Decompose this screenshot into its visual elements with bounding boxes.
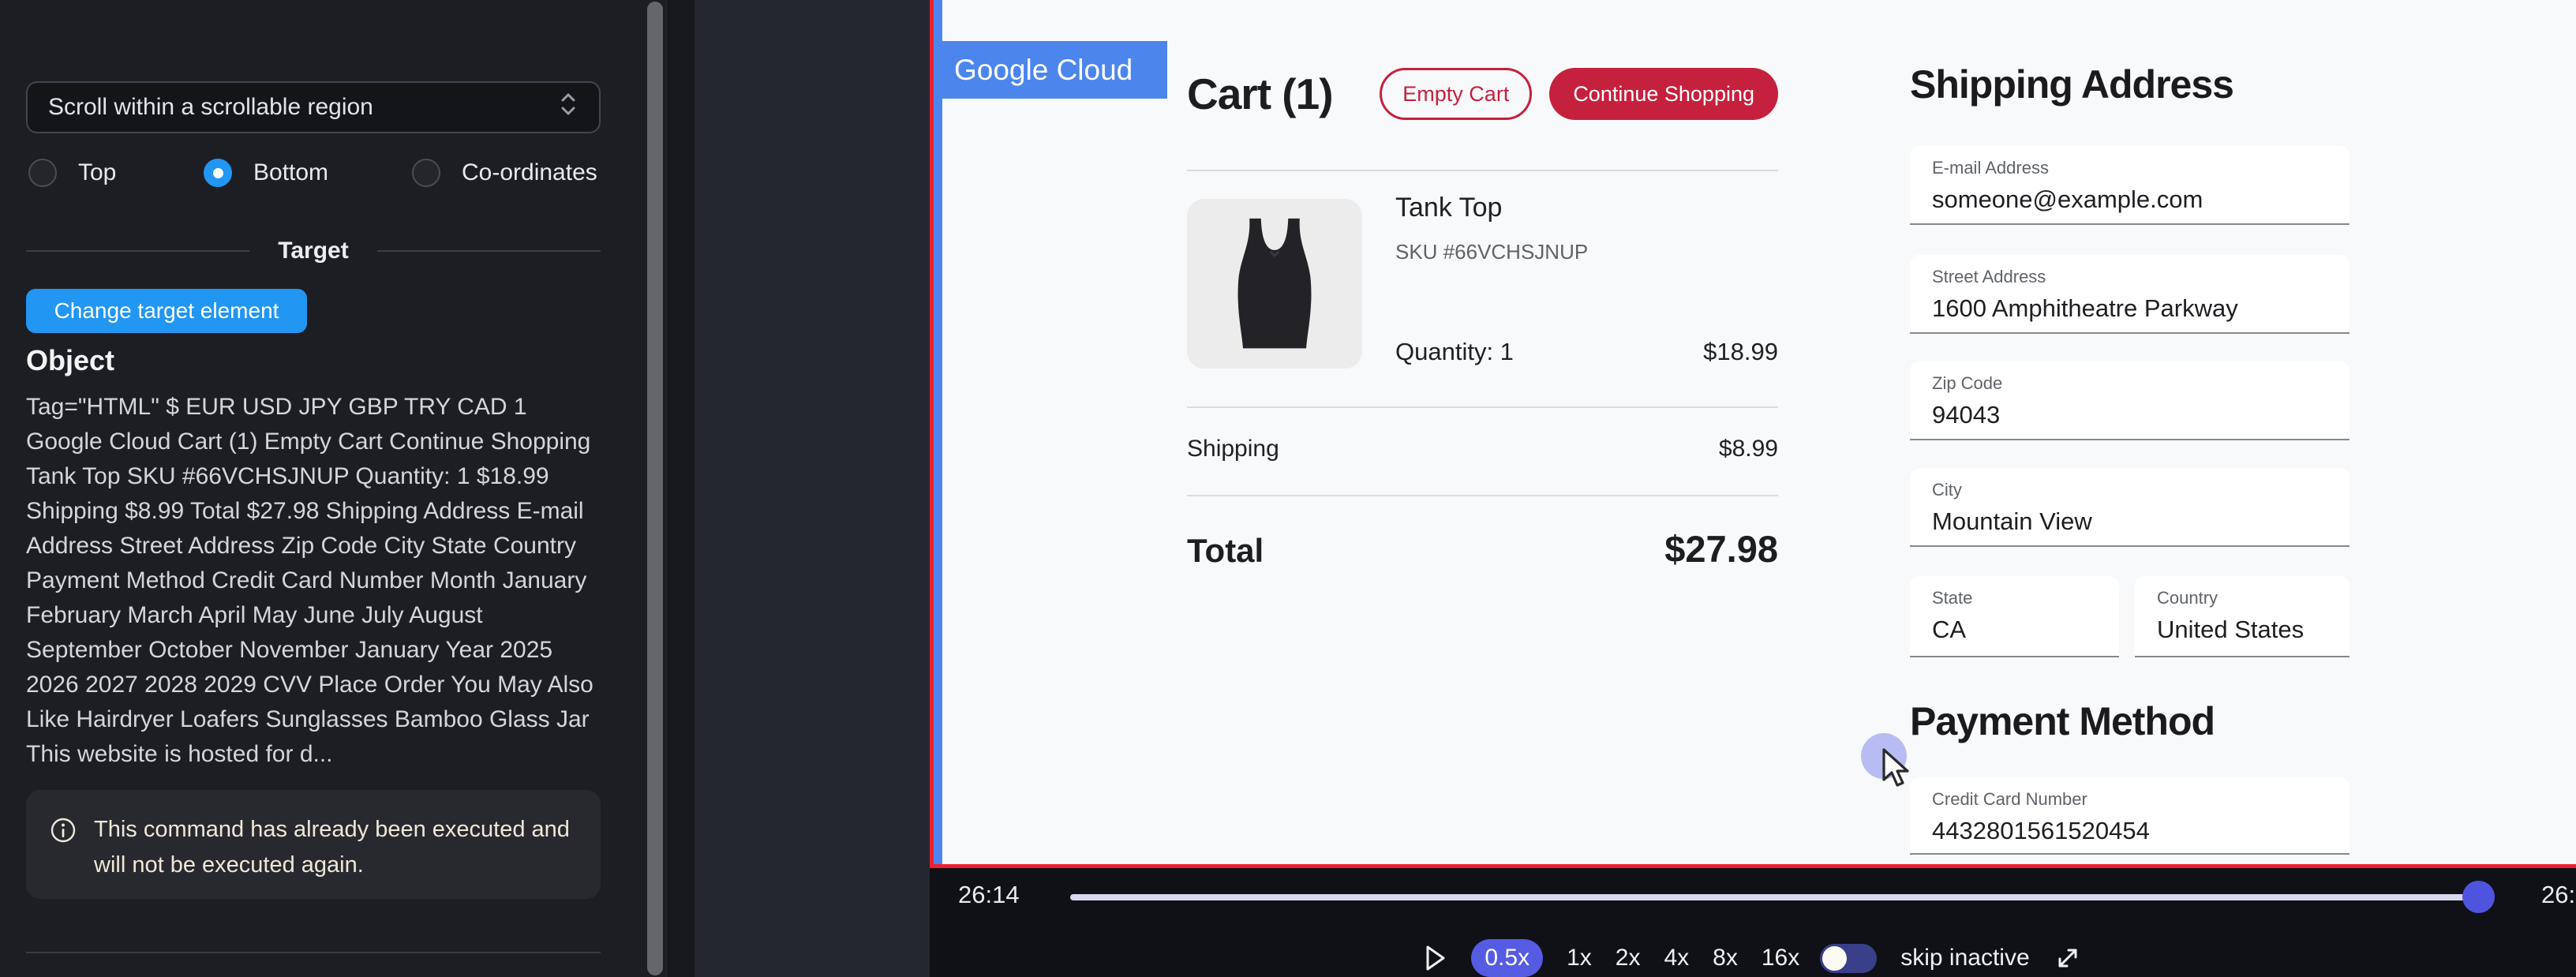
radio-top[interactable]: Top	[28, 158, 116, 188]
info-icon	[50, 817, 77, 848]
replayed-webpage: Google Cloud Cart (1) Empty Cart Continu…	[930, 0, 2576, 868]
target-section-label: Target	[278, 238, 348, 264]
zip-code-field[interactable]: Zip Code 94043	[1910, 361, 2349, 440]
speed-16x-button[interactable]: 16x	[1762, 945, 1799, 971]
total-label: Total	[1187, 532, 1264, 570]
product-name: Tank Top	[1395, 193, 1502, 223]
select-caret-icon	[558, 91, 578, 124]
city-label: City	[1932, 480, 2327, 500]
country-label: Country	[2157, 588, 2327, 608]
tank-top-illustration	[1196, 205, 1354, 363]
speed-0-5x-button[interactable]: 0.5x	[1471, 939, 1543, 977]
zip-code-label: Zip Code	[1932, 373, 2327, 394]
radio-bottom-circle[interactable]	[204, 159, 232, 187]
product-sku: SKU #66VCHSJNUP	[1395, 240, 1588, 264]
cart-title: Cart (1)	[1187, 69, 1333, 119]
current-time: 26:14	[958, 881, 1020, 909]
quantity-label: Quantity: 1	[1395, 338, 1514, 366]
seek-slider-track[interactable]	[1070, 894, 2477, 900]
sidebar-divider	[26, 952, 601, 953]
divider-line	[377, 250, 601, 252]
city-value: Mountain View	[1932, 507, 2327, 536]
action-select-value: Scroll within a scrollable region	[48, 94, 373, 121]
country-field[interactable]: Country United States	[2135, 576, 2349, 657]
state-field[interactable]: State CA	[1910, 576, 2119, 657]
state-value: CA	[1932, 616, 2097, 644]
shipping-label: Shipping	[1187, 436, 1279, 462]
shipping-address-heading: Shipping Address	[1910, 62, 2233, 107]
scroll-position-radio-group: Top Bottom Co-ordinates	[0, 158, 631, 189]
state-label: State	[1932, 588, 2097, 608]
app-window: Scroll within a scrollable region Top Bo…	[0, 0, 2576, 977]
notice-box: This command has already been executed a…	[26, 790, 601, 899]
radio-top-label: Top	[78, 159, 116, 186]
playback-bar: 26:14 26:14 0.5x 1x 2x 4x 8x 16x skip in…	[930, 868, 2576, 977]
radio-bottom-label: Bottom	[253, 159, 328, 186]
skip-inactive-toggle[interactable]	[1820, 944, 1877, 973]
seek-slider-thumb[interactable]	[2462, 881, 2495, 913]
play-button[interactable]	[1424, 944, 1447, 972]
target-section-divider: Target	[26, 237, 601, 265]
credit-card-number-field[interactable]: Credit Card Number 4432801561520454	[1910, 777, 2349, 855]
divider-line	[1187, 406, 1778, 408]
playback-controls: 0.5x 1x 2x 4x 8x 16x skip inactive	[930, 939, 2576, 977]
radio-top-circle[interactable]	[28, 159, 57, 187]
city-field[interactable]: City Mountain View	[1910, 468, 2349, 547]
street-address-field[interactable]: Street Address 1600 Amphitheatre Parkway	[1910, 255, 2349, 334]
cart-header: Cart (1) Empty Cart Continue Shopping	[1187, 66, 1778, 122]
total-row: Total $27.98	[1187, 527, 1778, 571]
action-select[interactable]: Scroll within a scrollable region	[26, 81, 601, 133]
item-price: $18.99	[1703, 338, 1778, 366]
shipping-row: Shipping $8.99	[1187, 436, 1778, 462]
sidebar-scrollbar[interactable]	[647, 2, 663, 975]
credit-card-number-label: Credit Card Number	[1932, 789, 2327, 810]
speed-2x-button[interactable]: 2x	[1616, 945, 1641, 971]
object-description-text: Tag="HTML" $ EUR USD JPY GBP TRY CAD 1 G…	[26, 390, 602, 772]
speed-4x-button[interactable]: 4x	[1664, 945, 1689, 971]
email-field-value: someone@example.com	[1932, 185, 2327, 214]
brand-logo[interactable]: Google Cloud	[934, 41, 1167, 99]
divider-line	[26, 250, 249, 252]
country-value: United States	[2157, 616, 2327, 644]
speed-1x-button[interactable]: 1x	[1567, 945, 1592, 971]
divider-line	[1187, 495, 1778, 496]
continue-shopping-button[interactable]: Continue Shopping	[1549, 68, 1778, 120]
radio-coordinates-circle[interactable]	[412, 159, 440, 187]
cart-actions: Empty Cart Continue Shopping	[1380, 68, 1778, 120]
mouse-cursor-icon	[1879, 748, 1919, 792]
fullscreen-expand-icon[interactable]	[2054, 944, 2082, 972]
empty-cart-button[interactable]: Empty Cart	[1380, 68, 1532, 120]
email-field-label: E-mail Address	[1932, 158, 2327, 178]
toggle-knob[interactable]	[1822, 946, 1847, 971]
change-target-button[interactable]: Change target element	[26, 289, 307, 333]
payment-method-heading: Payment Method	[1910, 698, 2215, 744]
divider-line	[1187, 170, 1778, 171]
object-heading: Object	[26, 344, 114, 377]
credit-card-number-value: 4432801561520454	[1932, 817, 2327, 845]
notice-text: This command has already been executed a…	[94, 812, 577, 883]
radio-bottom[interactable]: Bottom	[204, 158, 328, 188]
total-duration: 26:14	[2541, 881, 2576, 909]
email-field[interactable]: E-mail Address someone@example.com	[1910, 146, 2349, 225]
target-element-highlight	[934, 0, 942, 864]
speed-8x-button[interactable]: 8x	[1713, 945, 1738, 971]
sidebar-panel: Scroll within a scrollable region Top Bo…	[0, 0, 667, 977]
total-value: $27.98	[1664, 527, 1778, 571]
shipping-value: $8.99	[1719, 436, 1778, 462]
zip-code-value: 94043	[1932, 401, 2327, 429]
radio-coordinates-label: Co-ordinates	[462, 159, 597, 186]
street-address-value: 1600 Amphitheatre Parkway	[1932, 294, 2327, 323]
product-image	[1187, 199, 1362, 369]
quantity-price-row: Quantity: 1 $18.99	[1395, 338, 1778, 366]
radio-coordinates[interactable]: Co-ordinates	[412, 158, 597, 188]
street-address-label: Street Address	[1932, 267, 2327, 287]
skip-inactive-label: skip inactive	[1900, 945, 2029, 971]
